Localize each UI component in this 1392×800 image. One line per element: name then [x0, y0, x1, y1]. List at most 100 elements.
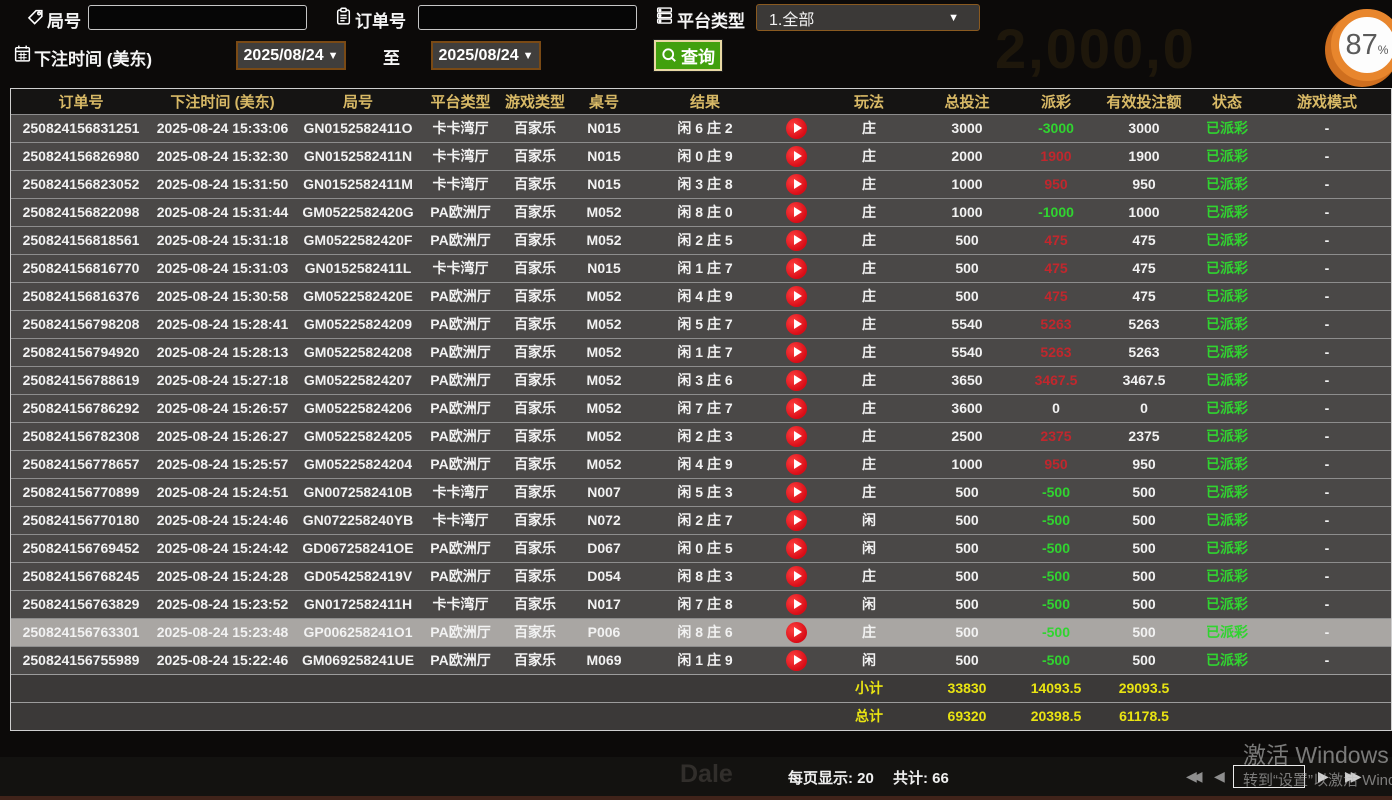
game-mode-cell: -	[1263, 114, 1391, 142]
play-type-cell: 庄	[819, 562, 919, 590]
replay-play-icon[interactable]	[786, 594, 807, 615]
table-number-cell: M052	[571, 366, 637, 394]
replay-play-icon[interactable]	[786, 398, 807, 419]
table-row[interactable]: 2508241567886192025-08-24 15:27:18GM0522…	[11, 366, 1391, 394]
order-number-cell: 250824156818561	[11, 226, 151, 254]
platform-type-cell: 卡卡湾厅	[422, 170, 499, 198]
table-row[interactable]: 2508241568220982025-08-24 15:31:44GM0522…	[11, 198, 1391, 226]
replay-play-icon[interactable]	[786, 230, 807, 251]
first-page-icon[interactable]: ◀◀	[1186, 768, 1203, 785]
platform-type-cell: 卡卡湾厅	[422, 590, 499, 618]
table-row[interactable]: 2508241568163762025-08-24 15:30:58GM0522…	[11, 282, 1391, 310]
total-bet-cell: 500	[919, 226, 1015, 254]
bottom-divider	[0, 796, 1392, 800]
platform-type-cell: PA欧洲厅	[422, 534, 499, 562]
table-row[interactable]: 2508241567786572025-08-24 15:25:57GM0522…	[11, 450, 1391, 478]
table-row[interactable]: 2508241568185612025-08-24 15:31:18GM0522…	[11, 226, 1391, 254]
platform-type-cell: 卡卡湾厅	[422, 114, 499, 142]
next-page-icon[interactable]: ▶	[1318, 768, 1329, 785]
replay-play-icon[interactable]	[786, 202, 807, 223]
round-number-cell: GM05225824209	[294, 310, 422, 338]
valid-bet-cell: 950	[1097, 170, 1191, 198]
play-triangle	[794, 571, 802, 581]
table-row[interactable]: 2508241567682452025-08-24 15:24:28GD0542…	[11, 562, 1391, 590]
table-row[interactable]: 2508241567708992025-08-24 15:24:51GN0072…	[11, 478, 1391, 506]
table-row[interactable]: 2508241567694522025-08-24 15:24:42GD0672…	[11, 534, 1391, 562]
game-mode-cell: -	[1263, 366, 1391, 394]
game-mode-cell: -	[1263, 618, 1391, 646]
replay-play-icon[interactable]	[786, 174, 807, 195]
table-row[interactable]: 2508241567559892025-08-24 15:22:46GM0692…	[11, 646, 1391, 674]
table-row[interactable]: 2508241567862922025-08-24 15:26:57GM0522…	[11, 394, 1391, 422]
replay-play-icon[interactable]	[786, 146, 807, 167]
table-row[interactable]: 2508241567701802025-08-24 15:24:46GN0722…	[11, 506, 1391, 534]
payout-cell: 950	[1015, 450, 1097, 478]
last-page-icon[interactable]: ▶▶	[1345, 768, 1362, 785]
replay-cell	[773, 618, 819, 646]
table-row[interactable]: 2508241568269802025-08-24 15:32:30GN0152…	[11, 142, 1391, 170]
round-number-input[interactable]	[88, 5, 307, 30]
status-cell: 已派彩	[1191, 450, 1263, 478]
valid-bet-cell: 500	[1097, 618, 1191, 646]
play-triangle	[794, 655, 802, 665]
replay-play-icon[interactable]	[786, 538, 807, 559]
replay-cell	[773, 226, 819, 254]
bet-time-cell: 2025-08-24 15:23:48	[151, 618, 294, 646]
play-type-cell: 庄	[819, 142, 919, 170]
play-type-cell: 庄	[819, 394, 919, 422]
table-row[interactable]: 2508241568167702025-08-24 15:31:03GN0152…	[11, 254, 1391, 282]
replay-play-icon[interactable]	[786, 258, 807, 279]
status-cell: 已派彩	[1191, 562, 1263, 590]
replay-play-icon[interactable]	[786, 426, 807, 447]
replay-play-icon[interactable]	[786, 622, 807, 643]
play-type-cell: 庄	[819, 198, 919, 226]
replay-play-icon[interactable]	[786, 370, 807, 391]
status-cell: 已派彩	[1191, 422, 1263, 450]
order-number-cell: 250824156794920	[11, 338, 151, 366]
bet-table-body: 2508241568312512025-08-24 15:33:06GN0152…	[11, 114, 1391, 730]
table-row[interactable]: 2508241567949202025-08-24 15:28:13GM0522…	[11, 338, 1391, 366]
table-row[interactable]: 2508241567638292025-08-24 15:23:52GN0172…	[11, 590, 1391, 618]
round-number-cell: GM05225824204	[294, 450, 422, 478]
replay-cell	[773, 338, 819, 366]
table-number-cell: P006	[571, 618, 637, 646]
replay-play-icon[interactable]	[786, 566, 807, 587]
replay-play-icon[interactable]	[786, 314, 807, 335]
date-from-picker[interactable]: 2025/08/24 ▼	[236, 41, 346, 70]
replay-play-icon[interactable]	[786, 286, 807, 307]
replay-play-icon[interactable]	[786, 510, 807, 531]
order-number-input[interactable]	[418, 5, 637, 30]
betting-records-page: 2,000,0 局号 订单号 平台类型	[0, 0, 1392, 800]
platform-type-cell: PA欧洲厅	[422, 422, 499, 450]
table-row[interactable]: 2508241567982082025-08-24 15:28:41GM0522…	[11, 310, 1391, 338]
replay-play-icon[interactable]	[786, 118, 807, 139]
round-number-cell: GN0152582411N	[294, 142, 422, 170]
table-row[interactable]: 2508241567633012025-08-24 15:23:48GP0062…	[11, 618, 1391, 646]
replay-play-icon[interactable]	[786, 342, 807, 363]
replay-play-icon[interactable]	[786, 482, 807, 503]
table-row[interactable]: 2508241568312512025-08-24 15:33:06GN0152…	[11, 114, 1391, 142]
replay-play-icon[interactable]	[786, 454, 807, 475]
platform-type-cell: 卡卡湾厅	[422, 142, 499, 170]
prev-page-icon[interactable]: ◀	[1214, 768, 1225, 785]
payout-cell: -500	[1015, 646, 1097, 674]
platform-select[interactable]: 1.全部 ▼	[756, 4, 980, 31]
table-row[interactable]: 2508241568230522025-08-24 15:31:50GN0152…	[11, 170, 1391, 198]
play-type-cell: 庄	[819, 478, 919, 506]
date-to-picker[interactable]: 2025/08/24 ▼	[431, 41, 541, 70]
order-number-cell: 250824156770899	[11, 478, 151, 506]
bet-time-cell: 2025-08-24 15:32:30	[151, 142, 294, 170]
header-order-number: 订单号	[11, 89, 151, 114]
table-row[interactable]: 2508241567823082025-08-24 15:26:27GM0522…	[11, 422, 1391, 450]
play-type-cell: 闲	[819, 506, 919, 534]
game-type-cell: 百家乐	[499, 422, 571, 450]
bet-time-cell: 2025-08-24 15:26:57	[151, 394, 294, 422]
table-number-cell: M052	[571, 422, 637, 450]
page-input-box[interactable]	[1233, 765, 1305, 788]
search-button[interactable]: 查询	[654, 40, 722, 71]
table-number-cell: D054	[571, 562, 637, 590]
valid-bet-cell: 500	[1097, 646, 1191, 674]
replay-cell	[773, 422, 819, 450]
replay-play-icon[interactable]	[786, 650, 807, 671]
status-cell: 已派彩	[1191, 142, 1263, 170]
